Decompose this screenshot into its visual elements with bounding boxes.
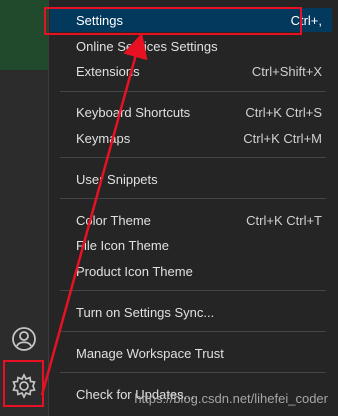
- activity-bar-top: [0, 0, 48, 70]
- menu-separator: [60, 331, 326, 332]
- menu-separator: [60, 157, 326, 158]
- menu-item-label: Color Theme: [76, 212, 151, 228]
- annotation-box-gear: [3, 360, 44, 407]
- menu-item-label: Manage Workspace Trust: [76, 345, 224, 361]
- menu-item-label: User Snippets: [76, 171, 158, 187]
- menu-item-label: Turn on Settings Sync...: [76, 304, 215, 320]
- menu-item-shortcut: Ctrl+K Ctrl+M: [243, 130, 322, 146]
- menu-item-product-icon-theme[interactable]: Product Icon Theme: [50, 259, 332, 283]
- menu-item-shortcut: Ctrl+K Ctrl+S: [245, 104, 322, 120]
- menu-separator: [60, 290, 326, 291]
- menu-item-keyboard-shortcuts[interactable]: Keyboard Shortcuts Ctrl+K Ctrl+S: [50, 100, 332, 124]
- menu-item-shortcut: Ctrl+Shift+X: [251, 63, 322, 79]
- menu-item-color-theme[interactable]: Color Theme Ctrl+K Ctrl+T: [50, 208, 332, 232]
- annotation-box-settings: [44, 7, 302, 35]
- menu-separator: [60, 91, 326, 92]
- watermark-text: https://blog.csdn.net/lihefei_coder: [134, 391, 328, 406]
- menu-item-shortcut: Ctrl+K Ctrl+T: [246, 212, 322, 228]
- menu-item-extensions[interactable]: Extensions Ctrl+Shift+X: [50, 59, 332, 83]
- menu-item-label: Online Services Settings: [76, 38, 218, 54]
- menu-item-label: Keymaps: [76, 130, 131, 146]
- menu-item-label: Product Icon Theme: [76, 263, 193, 279]
- menu-item-manage-workspace-trust[interactable]: Manage Workspace Trust: [50, 341, 332, 365]
- menu-item-label: Keyboard Shortcuts: [76, 104, 191, 120]
- menu-separator: [60, 198, 326, 199]
- menu-item-user-snippets[interactable]: User Snippets: [50, 167, 332, 191]
- menu-item-label: File Icon Theme: [76, 237, 169, 253]
- menu-item-file-icon-theme[interactable]: File Icon Theme: [50, 233, 332, 257]
- menu-item-keymaps[interactable]: Keymaps Ctrl+K Ctrl+M: [50, 126, 332, 150]
- activity-bar: [0, 0, 48, 416]
- account-icon[interactable]: [8, 323, 40, 355]
- menu-item-turn-on-settings-sync[interactable]: Turn on Settings Sync...: [50, 300, 332, 324]
- manage-menu: Settings Ctrl+, Online Services Settings…: [48, 0, 338, 416]
- menu-item-online-services-settings[interactable]: Online Services Settings: [50, 34, 332, 58]
- menu-separator: [60, 372, 326, 373]
- menu-item-label: Extensions: [76, 63, 140, 79]
